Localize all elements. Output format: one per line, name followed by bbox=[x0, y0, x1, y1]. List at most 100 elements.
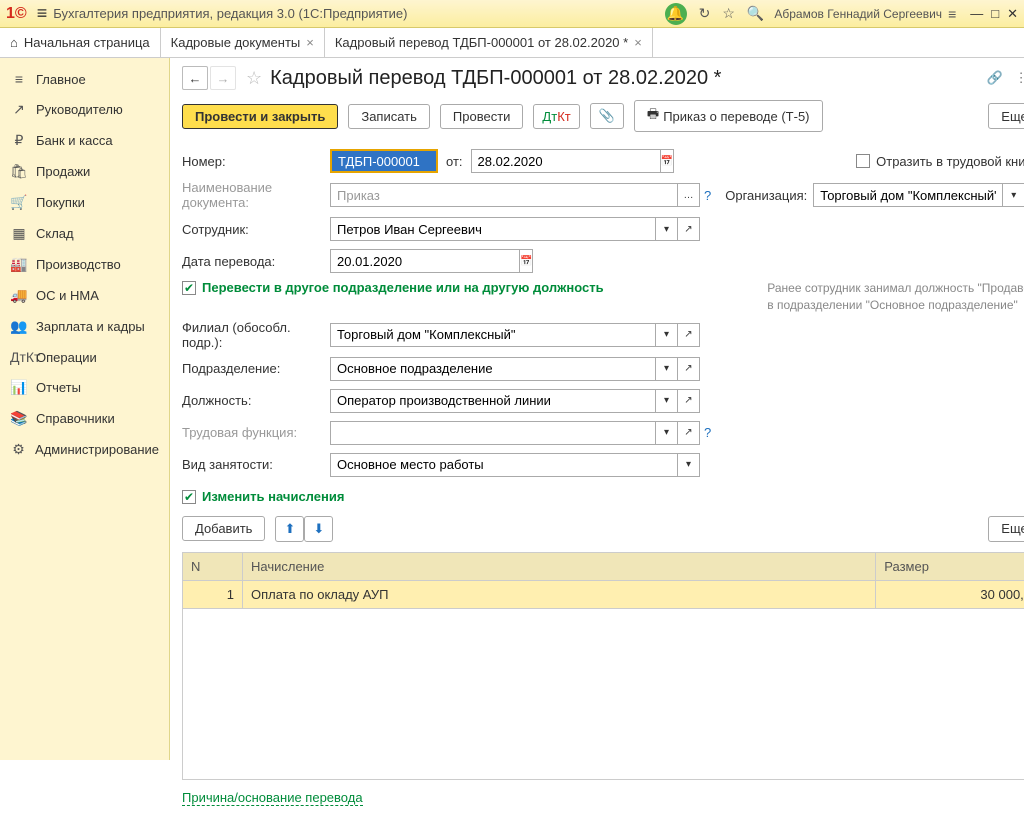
sidebar-item-0[interactable]: ≡ Главное bbox=[0, 64, 169, 94]
write-button[interactable]: Записать bbox=[348, 104, 430, 129]
col-accrual[interactable]: Начисление bbox=[243, 553, 876, 580]
dropdown-icon[interactable]: ▾ bbox=[678, 453, 700, 477]
maximize-icon[interactable]: □ bbox=[991, 6, 999, 21]
attach-button[interactable]: 📎 bbox=[590, 103, 624, 129]
dropdown-icon[interactable]: ▾ bbox=[656, 357, 678, 381]
print-order-button[interactable]: 🖶 Приказ о переводе (Т-5) bbox=[634, 100, 823, 132]
close-tab-icon[interactable]: × bbox=[306, 35, 314, 50]
org-label: Организация: bbox=[725, 188, 807, 203]
open-icon[interactable]: ↗ bbox=[678, 389, 700, 413]
sidebar-icon: 🛒 bbox=[10, 194, 28, 211]
sidebar-item-label: Продажи bbox=[36, 164, 90, 179]
open-icon[interactable]: ↗ bbox=[678, 357, 700, 381]
tab-hr-docs-label: Кадровые документы bbox=[171, 35, 301, 50]
search-icon[interactable]: 🔍 bbox=[747, 5, 764, 22]
help-icon[interactable]: ? bbox=[704, 425, 711, 440]
emp-type-input[interactable] bbox=[330, 453, 678, 477]
history-icon[interactable]: ↻ bbox=[699, 5, 711, 22]
sidebar-item-label: Руководителю bbox=[36, 102, 123, 117]
nav-forward-button[interactable]: → bbox=[210, 66, 236, 90]
kebab-icon[interactable]: ⋮ bbox=[1015, 70, 1024, 86]
more-table-button[interactable]: Еще ▾ bbox=[988, 516, 1024, 542]
ellipsis-icon[interactable]: … bbox=[678, 183, 700, 207]
col-amount[interactable]: Размер bbox=[876, 553, 1024, 580]
employee-input[interactable] bbox=[330, 217, 656, 241]
dropdown-icon[interactable]: ▾ bbox=[656, 389, 678, 413]
workbook-checkbox[interactable]: Отразить в трудовой книжке bbox=[856, 154, 1024, 169]
branch-input[interactable] bbox=[330, 323, 656, 347]
calendar-icon[interactable]: 📅 bbox=[520, 249, 533, 273]
date-input[interactable] bbox=[471, 149, 661, 173]
open-icon[interactable]: ↗ bbox=[678, 421, 700, 445]
sidebar-item-6[interactable]: 🏭Производство bbox=[0, 249, 169, 280]
org-input[interactable] bbox=[813, 183, 1003, 207]
salary-checkbox[interactable]: ✔ Изменить начисления bbox=[182, 489, 344, 504]
sidebar-item-label: Главное bbox=[36, 72, 86, 87]
print-order-label: Приказ о переводе (Т-5) bbox=[663, 109, 809, 124]
sidebar-item-10[interactable]: 📊Отчеты bbox=[0, 372, 169, 403]
table-row[interactable]: 1 Оплата по окладу АУП 30 000,00 bbox=[183, 581, 1024, 609]
sidebar-item-label: Покупки bbox=[36, 195, 85, 210]
sidebar-item-11[interactable]: 📚 Справочники bbox=[0, 403, 169, 434]
function-label: Трудовая функция: bbox=[182, 425, 330, 440]
reason-link[interactable]: Причина/основание перевода bbox=[182, 790, 363, 806]
close-tab-icon[interactable]: × bbox=[634, 35, 642, 50]
sidebar-item-7[interactable]: 🚚ОС и НМА bbox=[0, 280, 169, 311]
home-icon: ⌂ bbox=[10, 35, 18, 50]
docname-label: Наименование документа: bbox=[182, 180, 330, 210]
calendar-icon[interactable]: 📅 bbox=[661, 149, 674, 173]
open-icon[interactable]: ↗ bbox=[678, 323, 700, 347]
tab-transfer-doc[interactable]: Кадровый перевод ТДБП-000001 от 28.02.20… bbox=[325, 28, 653, 57]
function-input[interactable] bbox=[330, 421, 656, 445]
dropdown-icon[interactable]: ▾ bbox=[656, 421, 678, 445]
position-input[interactable] bbox=[330, 389, 656, 413]
sidebar-item-2[interactable]: ₽Банк и касса bbox=[0, 125, 169, 156]
star-icon[interactable]: ☆ bbox=[246, 68, 262, 89]
sidebar-item-5[interactable]: ▦Склад bbox=[0, 218, 169, 249]
number-input[interactable] bbox=[330, 149, 438, 173]
col-n[interactable]: N bbox=[183, 553, 243, 580]
number-label: Номер: bbox=[182, 154, 330, 169]
sidebar-icon: 📊 bbox=[10, 379, 28, 396]
sidebar-item-1[interactable]: ↗Руководителю bbox=[0, 94, 169, 125]
move-down-button[interactable]: ⬇ bbox=[304, 516, 333, 542]
cell-accrual: Оплата по окладу АУП bbox=[243, 581, 876, 608]
sidebar-icon: 📚 bbox=[10, 410, 28, 427]
close-window-icon[interactable]: ✕ bbox=[1007, 6, 1018, 22]
nav-back-button[interactable]: ← bbox=[182, 66, 208, 90]
add-row-button[interactable]: Добавить bbox=[182, 516, 265, 541]
more-button[interactable]: Еще ▾ bbox=[988, 103, 1024, 129]
favorite-icon[interactable]: ☆ bbox=[722, 5, 735, 22]
post-and-close-button[interactable]: Провести и закрыть bbox=[182, 104, 338, 129]
user-menu-icon[interactable]: ≡ bbox=[948, 6, 956, 22]
transfer-date-input[interactable] bbox=[330, 249, 520, 273]
sidebar-item-label: Справочники bbox=[36, 411, 115, 426]
help-icon[interactable]: ? bbox=[704, 188, 711, 203]
sidebar-item-4[interactable]: 🛒 Покупки bbox=[0, 187, 169, 218]
main-menu-icon[interactable]: ≡ bbox=[37, 3, 48, 24]
open-icon[interactable]: ↗ bbox=[678, 217, 700, 241]
user-name[interactable]: Абрамов Геннадий Сергеевич bbox=[774, 7, 942, 21]
sidebar-icon: ≡ bbox=[10, 71, 28, 87]
notifications-icon[interactable]: 🔔 bbox=[665, 3, 687, 25]
tab-home[interactable]: ⌂ Начальная страница bbox=[0, 28, 161, 57]
dropdown-icon[interactable]: ▾ bbox=[656, 323, 678, 347]
tab-hr-docs[interactable]: Кадровые документы × bbox=[161, 28, 325, 57]
app-title: Бухгалтерия предприятия, редакция 3.0 (1… bbox=[53, 6, 407, 21]
dtkt-button[interactable]: ДтКт bbox=[533, 104, 579, 129]
link-icon[interactable]: 🔗 bbox=[986, 70, 1002, 86]
app-logo: 1© bbox=[6, 5, 27, 23]
dept-input[interactable] bbox=[330, 357, 656, 381]
post-button[interactable]: Провести bbox=[440, 104, 524, 129]
sidebar-item-12[interactable]: ⚙Администрирование bbox=[0, 434, 169, 465]
sidebar-item-8[interactable]: 👥Зарплата и кадры bbox=[0, 311, 169, 342]
sidebar-item-3[interactable]: 🛍Продажи bbox=[0, 156, 169, 187]
minimize-icon[interactable]: — bbox=[970, 6, 983, 21]
dropdown-icon[interactable]: ▾ bbox=[1003, 183, 1024, 207]
sidebar-item-9[interactable]: ДтКтОперации bbox=[0, 342, 169, 372]
dropdown-icon[interactable]: ▾ bbox=[656, 217, 678, 241]
move-up-button[interactable]: ⬆ bbox=[275, 516, 304, 542]
docname-input[interactable] bbox=[330, 183, 678, 207]
transfer-checkbox[interactable]: ✔ Перевести в другое подразделение или н… bbox=[182, 280, 604, 295]
cell-amount: 30 000,00 bbox=[876, 581, 1024, 608]
